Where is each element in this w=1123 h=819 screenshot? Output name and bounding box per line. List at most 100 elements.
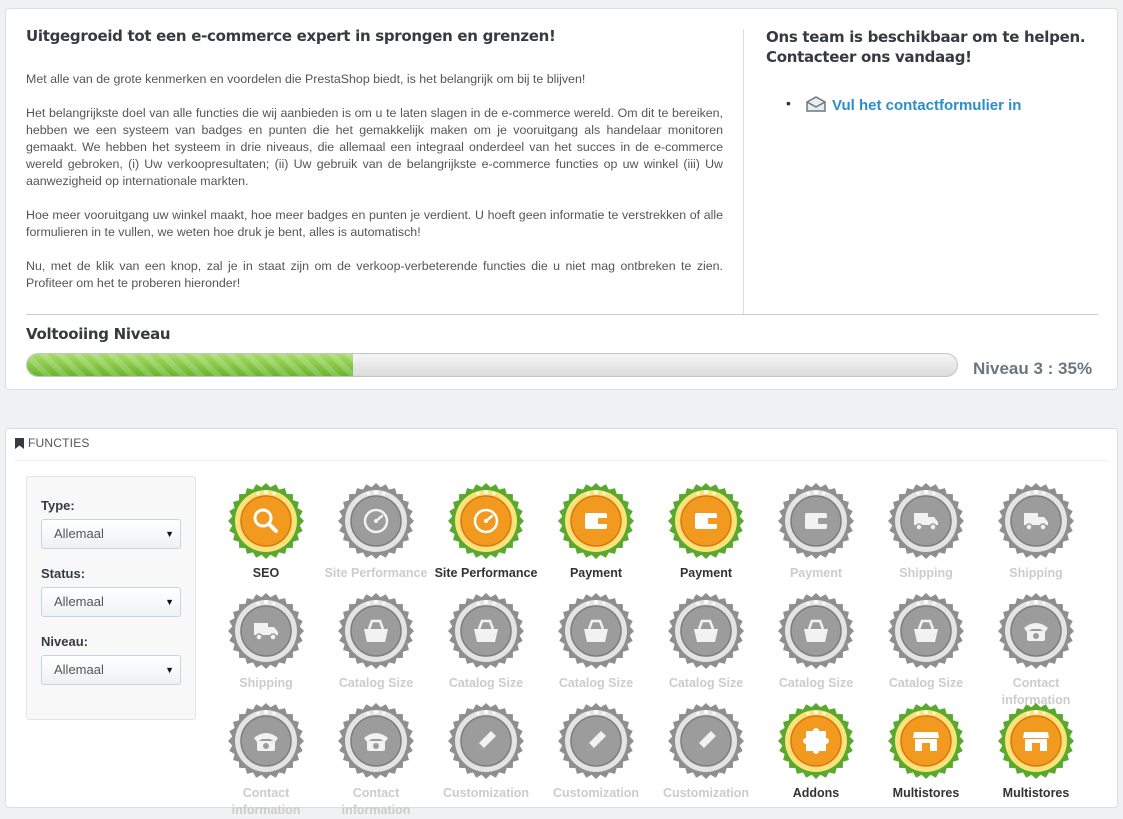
badge[interactable]: Customization: [431, 701, 541, 802]
caret-down-icon: ▼: [165, 529, 174, 539]
badge[interactable]: Multistores: [871, 701, 981, 802]
bag-icon: [888, 593, 964, 669]
puzzle-icon: [778, 703, 854, 779]
bag-icon: [338, 593, 414, 669]
bag-icon: [448, 593, 524, 669]
badge[interactable]: Catalog Size: [871, 591, 981, 692]
badge-label: Catalog Size: [888, 676, 964, 690]
intro-paragraph: Hoe meer vooruitgang uw winkel maakt, ho…: [26, 208, 723, 239]
badge[interactable]: SEO: [211, 481, 321, 582]
contact-form-link[interactable]: Vul het contactformulier in: [806, 96, 1022, 114]
badge-label: Customization: [552, 786, 640, 800]
pencil-icon: [558, 703, 634, 779]
badge[interactable]: Catalog Size: [321, 591, 431, 692]
section-divider: [26, 314, 1098, 315]
bookmark-icon: [15, 438, 24, 452]
badge-label: Addons: [792, 786, 840, 800]
help-column: Ons team is beschikbaar om te helpen. Co…: [766, 27, 1096, 120]
truck-icon: [888, 483, 964, 559]
intro-paragraph: Nu, met de klik van een knop, zal je in …: [26, 259, 723, 290]
level-text: Niveau 3 : 35%: [973, 359, 1093, 378]
badge-label: Site Performance: [434, 566, 538, 580]
badge[interactable]: Shipping: [981, 481, 1091, 582]
filter-status-label: Status:: [41, 566, 86, 581]
badge[interactable]: Catalog Size: [431, 591, 541, 692]
wallet-icon: [778, 483, 854, 559]
filter-status-select[interactable]: Allemaal ▼: [41, 587, 181, 617]
truck-icon: [998, 483, 1074, 559]
truck-icon: [228, 593, 304, 669]
badge[interactable]: Addons: [761, 701, 871, 802]
store-icon: [998, 703, 1074, 779]
filter-level-label: Niveau:: [41, 634, 88, 649]
badge-label: Contact information: [341, 786, 411, 817]
filter-status-value: Allemaal: [54, 594, 104, 609]
badge-label: Multistores: [1002, 786, 1070, 800]
badge-label: Shipping: [239, 676, 293, 690]
badge[interactable]: Customization: [541, 701, 651, 802]
magnifier-icon: [228, 483, 304, 559]
badge[interactable]: Catalog Size: [541, 591, 651, 692]
wallet-icon: [668, 483, 744, 559]
speedometer-icon: [448, 483, 524, 559]
badge[interactable]: Contact information: [211, 701, 321, 819]
filter-sidebar: Type: Allemaal ▼ Status: Allemaal ▼ Nive…: [26, 476, 196, 720]
badge-label: Catalog Size: [338, 676, 414, 690]
completion-progress-bar: [26, 353, 958, 377]
contact-link-label: Vul het contactformulier in: [832, 97, 1022, 114]
contact-list-item: • Vul het contactformulier in: [786, 93, 1096, 120]
badge[interactable]: Contact information: [981, 591, 1091, 709]
badge[interactable]: Payment: [541, 481, 651, 582]
badge-label: Catalog Size: [448, 676, 524, 690]
progress-fill: [27, 354, 353, 376]
level-title: Voltooiing Niveau: [26, 325, 171, 343]
column-divider: [743, 29, 744, 315]
store-icon: [888, 703, 964, 779]
filter-level-select[interactable]: Allemaal ▼: [41, 655, 181, 685]
telephone-icon: [338, 703, 414, 779]
caret-down-icon: ▼: [165, 665, 174, 675]
badge-label: Shipping: [1009, 566, 1063, 580]
caret-down-icon: ▼: [165, 597, 174, 607]
badge-label: Customization: [662, 786, 750, 800]
bag-icon: [558, 593, 634, 669]
badge-label: Catalog Size: [668, 676, 744, 690]
badge-label: Catalog Size: [778, 676, 854, 690]
badge-label: Contact information: [231, 786, 301, 817]
intro-panel: Uitgegroeid tot een e-commerce expert in…: [5, 8, 1118, 390]
filter-type-label: Type:: [41, 498, 75, 513]
panel-heading-label: FUNCTIES: [28, 436, 90, 450]
filter-level-value: Allemaal: [54, 662, 104, 677]
intro-paragraph: Met alle van de grote kenmerken en voord…: [26, 72, 586, 86]
badge[interactable]: Catalog Size: [651, 591, 761, 692]
intro-title: Uitgegroeid tot een e-commerce expert in…: [26, 27, 556, 45]
pencil-icon: [668, 703, 744, 779]
intro-paragraph: Het belangrijkste doel van alle functies…: [26, 106, 723, 188]
badge-label: Payment: [569, 566, 623, 580]
badge[interactable]: Payment: [761, 481, 871, 582]
telephone-icon: [228, 703, 304, 779]
badge[interactable]: Site Performance: [321, 481, 431, 582]
badge-label: SEO: [252, 566, 280, 580]
badge[interactable]: Site Performance: [431, 481, 541, 582]
badge[interactable]: Shipping: [871, 481, 981, 582]
badge-label: Payment: [789, 566, 843, 580]
badge[interactable]: Catalog Size: [761, 591, 871, 692]
panel-heading: FUNCTIES: [15, 436, 1108, 461]
badge-label: Customization: [442, 786, 530, 800]
badge-label: Catalog Size: [558, 676, 634, 690]
badge[interactable]: Shipping: [211, 591, 321, 692]
filter-type-value: Allemaal: [54, 526, 104, 541]
badge[interactable]: Customization: [651, 701, 761, 802]
contact-list: • Vul het contactformulier in: [766, 93, 1096, 120]
filter-type-select[interactable]: Allemaal ▼: [41, 519, 181, 549]
bag-icon: [668, 593, 744, 669]
badge[interactable]: Payment: [651, 481, 761, 582]
pencil-icon: [448, 703, 524, 779]
badge[interactable]: Multistores: [981, 701, 1091, 802]
speedometer-icon: [338, 483, 414, 559]
intro-text-column: Uitgegroeid tot een e-commerce expert in…: [26, 27, 723, 309]
badge-label: Shipping: [899, 566, 953, 580]
badge-label: Payment: [679, 566, 733, 580]
badge[interactable]: Contact information: [321, 701, 431, 819]
